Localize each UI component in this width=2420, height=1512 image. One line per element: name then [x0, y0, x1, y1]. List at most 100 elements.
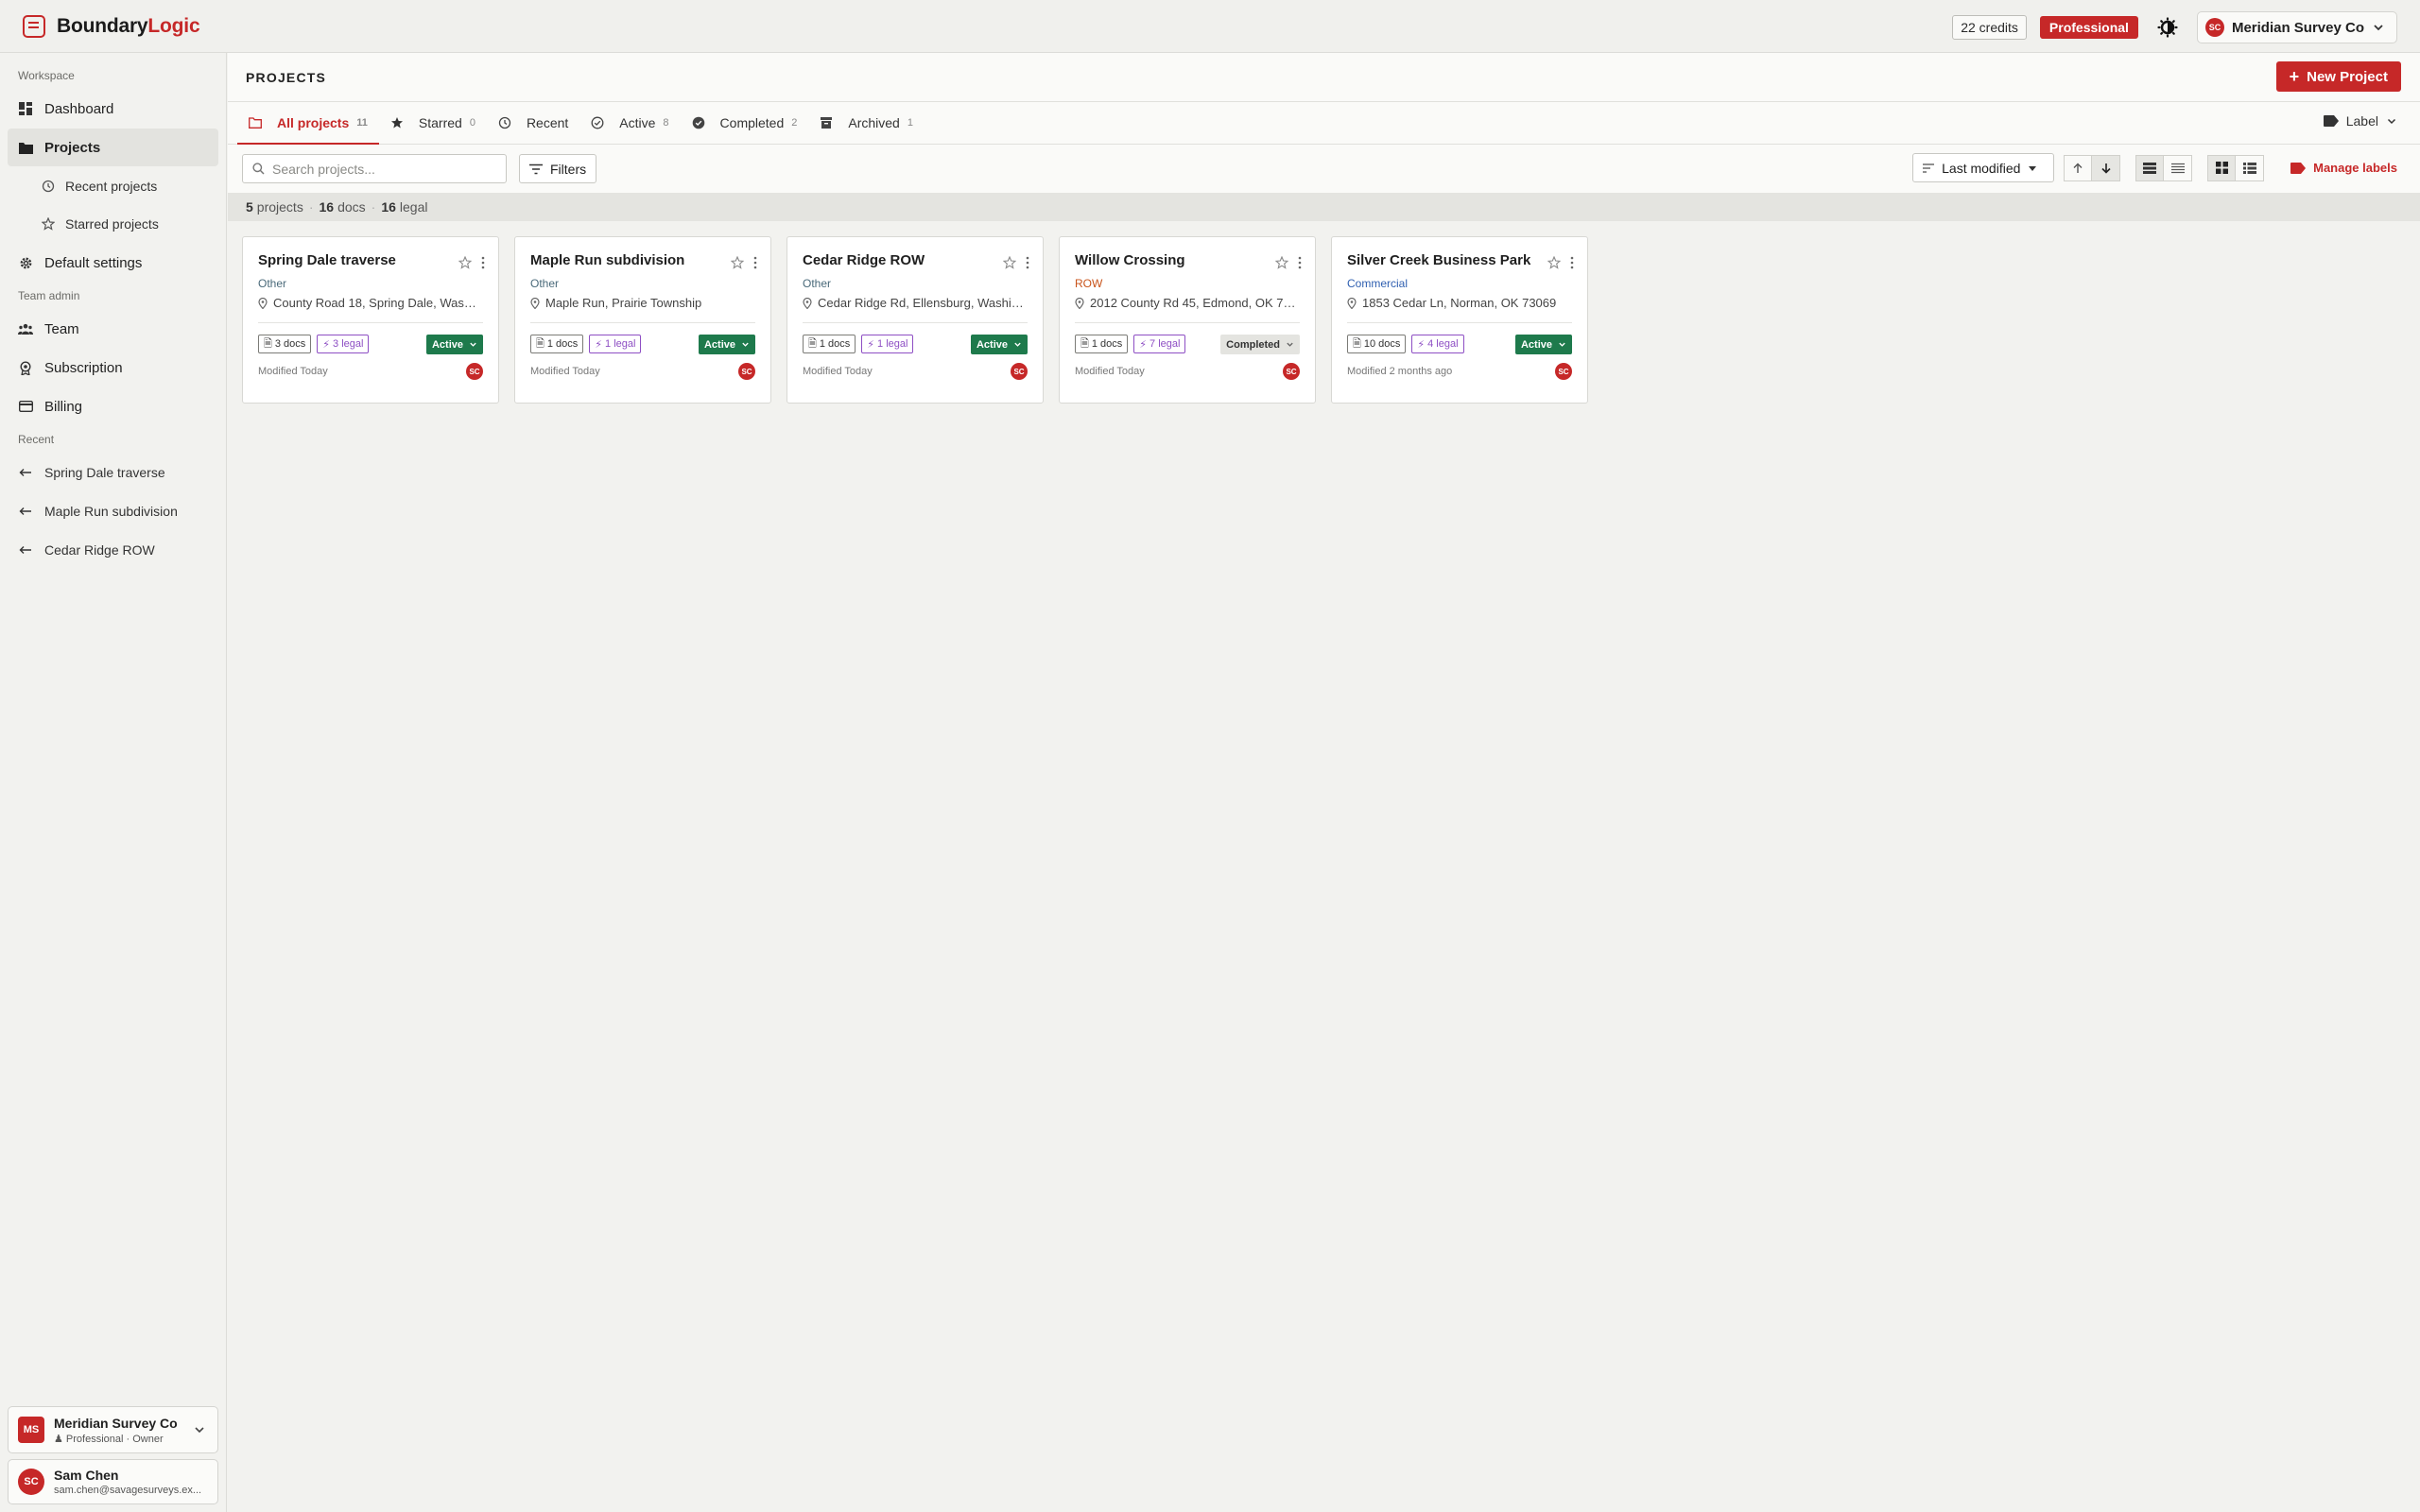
project-card[interactable]: Willow Crossing ROW 2012 County Rd 45, E…	[1059, 236, 1316, 404]
credits-badge[interactable]: 22 credits	[1952, 15, 2027, 40]
brand[interactable]: BoundaryLogic	[23, 14, 200, 38]
sidebar-item-starred-projects[interactable]: Starred projects	[8, 205, 218, 243]
archive-icon	[821, 117, 833, 129]
project-card[interactable]: Cedar Ridge ROW Other Cedar Ridge Rd, El…	[786, 236, 1044, 404]
project-card[interactable]: Silver Creek Business Park Commercial 18…	[1331, 236, 1588, 404]
recent-item-label: Cedar Ridge ROW	[44, 542, 155, 558]
project-name: Silver Creek Business Park	[1347, 252, 1531, 268]
more-vertical-icon[interactable]	[1570, 256, 1574, 269]
status-label: Active	[703, 338, 735, 351]
dashboard-icon	[18, 101, 33, 116]
star-outline-icon[interactable]	[1003, 256, 1016, 269]
credit-card-icon	[18, 399, 33, 414]
project-location: Maple Run, Prairie Township	[530, 296, 755, 310]
new-project-button[interactable]: + New Project	[2275, 61, 2401, 92]
status-dropdown[interactable]: Active	[1514, 335, 1572, 354]
grid-view-button[interactable]	[2207, 154, 2237, 181]
more-vertical-icon[interactable]	[481, 256, 485, 269]
chevron-down-icon	[1559, 342, 1565, 347]
location-pin-icon	[1347, 297, 1357, 309]
tab-completed[interactable]: Completed 2	[681, 102, 809, 144]
tab-count: 11	[356, 117, 368, 129]
status-dropdown[interactable]: Active	[970, 335, 1028, 354]
section-label-workspace: Workspace	[18, 69, 75, 82]
org-switcher[interactable]: SC Meridian Survey Co	[2196, 11, 2397, 43]
more-vertical-icon[interactable]	[1026, 256, 1029, 269]
status-dropdown[interactable]: Active	[425, 335, 483, 354]
star-outline-icon[interactable]	[458, 256, 472, 269]
sort-ascending-button[interactable]	[2064, 154, 2093, 181]
tab-count: 1	[907, 117, 913, 129]
manage-labels-button[interactable]: Manage labels	[2290, 161, 2397, 175]
project-card[interactable]: Maple Run subdivision Other Maple Run, P…	[514, 236, 771, 404]
document-icon: 🗎	[536, 337, 544, 350]
history-icon	[498, 116, 511, 129]
sidebar-item-label: Billing	[44, 398, 83, 415]
user-card[interactable]: SC Sam Chen sam.chen@savagesurveys.ex...	[8, 1459, 218, 1504]
legal-count-chip: ⚡ 7 legal	[1133, 335, 1186, 353]
stat-docs-count: 16	[319, 199, 335, 215]
project-category: Commercial	[1347, 277, 1409, 290]
person-icon: ♟	[54, 1433, 66, 1445]
project-card[interactable]: Spring Dale traverse Other County Road 1…	[242, 236, 499, 404]
separator-dot: ·	[371, 199, 376, 215]
theme-toggle-icon[interactable]	[2152, 11, 2184, 43]
star-outline-icon[interactable]	[731, 256, 744, 269]
top-bar: BoundaryLogic 22 credits Professional SC…	[0, 0, 2420, 53]
legal-count-chip: ⚡ 1 legal	[589, 335, 642, 353]
star-outline-icon[interactable]	[1275, 256, 1288, 269]
sidebar-item-recent-projects[interactable]: Recent projects	[8, 167, 218, 205]
tab-all-projects[interactable]: All projects 11	[237, 102, 379, 145]
label-filter-dropdown[interactable]: Label	[2323, 113, 2397, 129]
recent-item[interactable]: Spring Dale traverse	[8, 454, 218, 491]
list-icon	[2242, 162, 2256, 174]
sidebar: Workspace Dashboard Projects Recent proj…	[0, 53, 227, 1512]
more-vertical-icon[interactable]	[753, 256, 757, 269]
density-compact-button[interactable]	[2164, 154, 2193, 181]
legal-icon: ⚡	[322, 338, 331, 351]
tab-recent[interactable]: Recent	[487, 102, 579, 144]
star-outline-icon	[41, 216, 56, 232]
recent-item[interactable]: Maple Run subdivision	[8, 492, 218, 530]
sidebar-item-default-settings[interactable]: Default settings	[8, 244, 218, 282]
plan-badge[interactable]: Professional	[2039, 16, 2138, 39]
docs-count: 10 docs	[1363, 338, 1401, 350]
status-dropdown[interactable]: Active	[698, 335, 755, 354]
sidebar-item-dashboard[interactable]: Dashboard	[8, 90, 218, 128]
sidebar-item-team[interactable]: Team	[8, 310, 218, 348]
return-arrow-icon	[18, 465, 33, 480]
legal-icon: ⚡	[1139, 338, 1148, 351]
project-location: Cedar Ridge Rd, Ellensburg, Washington	[803, 296, 1028, 310]
status-label: Active	[976, 338, 1008, 351]
chevron-down-icon	[2387, 118, 2396, 125]
brand-name-part2: Logic	[147, 14, 200, 37]
search-input[interactable]	[272, 161, 499, 177]
status-dropdown[interactable]: Completed	[1220, 335, 1300, 354]
search-box[interactable]	[242, 154, 507, 183]
density-comfortable-button[interactable]	[2135, 154, 2165, 181]
sort-descending-button[interactable]	[2092, 154, 2121, 181]
docs-count: 1 docs	[1091, 338, 1123, 350]
sort-select[interactable]: Last modified	[1912, 153, 2055, 182]
location-pin-icon	[530, 297, 540, 309]
folder-outline-icon	[249, 117, 262, 129]
chevron-down-icon	[1287, 342, 1293, 347]
org-card-name: Meridian Survey Co	[54, 1415, 178, 1431]
tab-active[interactable]: Active 8	[579, 102, 680, 144]
tab-starred[interactable]: Starred 0	[379, 102, 487, 144]
sidebar-item-projects[interactable]: Projects	[8, 129, 218, 166]
main-content: PROJECTS + New Project All projects 11 S…	[228, 53, 2420, 1512]
tab-archived[interactable]: Archived 1	[808, 102, 925, 144]
owner-avatar: SC	[1283, 363, 1300, 380]
org-card[interactable]: MS Meridian Survey Co ♟ Professional · O…	[8, 1406, 218, 1453]
card-divider	[530, 322, 755, 323]
new-project-label: New Project	[2307, 68, 2388, 85]
sidebar-item-subscription[interactable]: Subscription	[8, 349, 218, 387]
sidebar-item-billing[interactable]: Billing	[8, 387, 218, 425]
filters-button[interactable]: Filters	[519, 154, 597, 183]
more-vertical-icon[interactable]	[1298, 256, 1302, 269]
list-view-button[interactable]	[2236, 154, 2265, 181]
recent-item[interactable]: Cedar Ridge ROW	[8, 531, 218, 569]
section-label-recent: Recent	[18, 433, 55, 446]
star-outline-icon[interactable]	[1547, 256, 1561, 269]
